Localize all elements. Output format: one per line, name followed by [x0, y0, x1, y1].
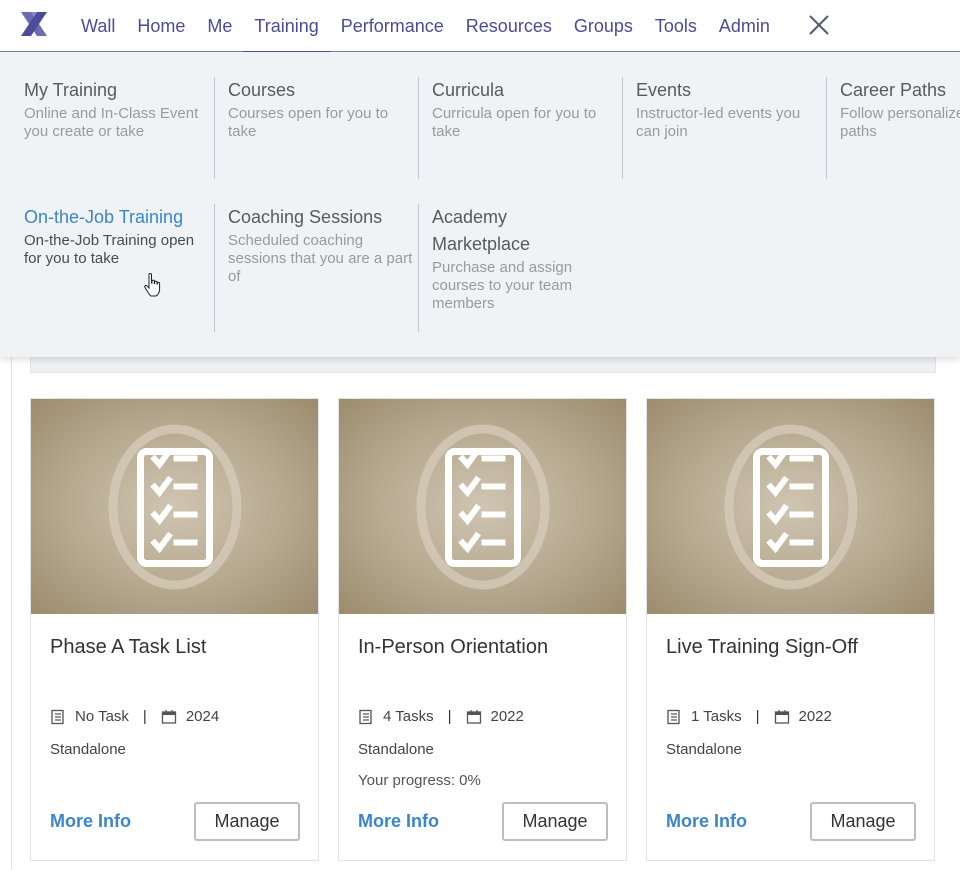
menu-item-title: Events [636, 80, 692, 100]
menu-item-events[interactable]: Events Instructor-led events you can joi… [622, 77, 826, 179]
calendar-icon [161, 709, 176, 724]
nav-item-me[interactable]: Me [196, 0, 243, 52]
card-year: 2024 [185, 708, 220, 725]
more-info-link[interactable]: More Info [50, 811, 131, 832]
menu-item-description: Courses open for you to take [228, 105, 389, 140]
card-title[interactable]: Phase A Task List [50, 636, 206, 659]
menu-item-title: Curricula [432, 80, 505, 100]
card-title[interactable]: Live Training Sign-Off [666, 636, 858, 659]
card-year: 2022 [490, 708, 524, 725]
card-title[interactable]: In-Person Orientation [358, 636, 548, 659]
nav-item-performance[interactable]: Performance [330, 0, 455, 52]
card-type: Standalone [50, 741, 126, 758]
nav-item-wall[interactable]: Wall [70, 0, 126, 52]
hand-cursor-icon [144, 273, 161, 297]
more-info-link[interactable]: More Info [666, 811, 747, 832]
card-type: Standalone [666, 741, 742, 758]
nav-item-home[interactable]: Home [126, 0, 196, 52]
task-count: 1 Tasks [691, 708, 742, 725]
card-progress: Your progress: 0% [358, 772, 481, 789]
menu-item-description: Online and In-Class Event you create or … [24, 105, 199, 140]
card-thumbnail[interactable] [31, 399, 318, 614]
card-meta: 4 Tasks | 2022 [358, 708, 524, 725]
calendar-icon [774, 709, 789, 724]
menu-item-my-training[interactable]: My Training Online and In-Class Event yo… [0, 77, 204, 179]
task-count: 4 Tasks [383, 708, 434, 725]
training-card: Live Training Sign-Off 1 Tasks | 2022 St… [646, 398, 935, 861]
card-type: Standalone [358, 741, 434, 758]
menu-item-title: My Training [24, 80, 118, 100]
card-meta: No Task | 2024 [50, 708, 219, 725]
menu-item-coaching-sessions[interactable]: Coaching Sessions Scheduled coaching ses… [214, 204, 418, 332]
menu-item-description: Follow personalized career paths [840, 105, 960, 140]
nav-item-resources[interactable]: Resources [455, 0, 563, 52]
menu-item-on-the-job-training[interactable]: On-the-Job Training On-the-Job Training … [0, 204, 204, 332]
checklist-icon [108, 424, 241, 589]
menu-item-description: On-the-Job Training open for you to take [24, 232, 195, 267]
manage-button[interactable]: Manage [502, 802, 608, 841]
checklist-icon [724, 424, 857, 589]
divider [11, 356, 12, 870]
nav-item-groups[interactable]: Groups [563, 0, 644, 52]
separator: | [447, 708, 452, 725]
top-navigation: Wall Home Me Training Performance Resour… [0, 0, 960, 53]
menu-item-description: Instructor-led events you can join [636, 105, 801, 140]
training-card: In-Person Orientation 4 Tasks | 2022 Sta… [338, 398, 627, 861]
calendar-icon [466, 709, 481, 724]
menu-item-courses[interactable]: Courses Courses open for you to take [214, 77, 418, 179]
menu-item-title: Coaching Sessions [228, 207, 383, 227]
nav-item-admin[interactable]: Admin [708, 0, 781, 52]
menu-item-career-paths[interactable]: Career Paths Follow personalized career … [826, 77, 960, 179]
menu-item-curricula[interactable]: Curricula Curricula open for you to take [418, 77, 622, 179]
more-info-link[interactable]: More Info [358, 811, 439, 832]
menu-item-title: Career Paths [840, 80, 947, 100]
menu-item-description: Purchase and assign courses to your team… [432, 259, 573, 312]
training-dropdown-menu: My Training Online and In-Class Event yo… [0, 52, 960, 357]
menu-item-title: On-the-Job Training [24, 207, 184, 227]
card-year: 2022 [798, 708, 832, 725]
menu-item-academy-marketplace[interactable]: Academy Marketplace Purchase and assign … [418, 204, 622, 332]
nav-item-training[interactable]: Training [243, 0, 331, 53]
separator: | [142, 708, 147, 725]
card-meta: 1 Tasks | 2022 [666, 708, 832, 725]
close-icon[interactable] [806, 12, 832, 38]
manage-button[interactable]: Manage [194, 802, 300, 841]
card-thumbnail[interactable] [647, 399, 934, 614]
nav-item-tools[interactable]: Tools [644, 0, 708, 52]
menu-item-title: Courses [228, 80, 296, 100]
task-list-icon [667, 709, 680, 724]
checklist-icon [416, 424, 549, 589]
task-list-icon [359, 709, 372, 724]
card-thumbnail[interactable] [339, 399, 626, 614]
menu-item-description: Curricula open for you to take [432, 105, 597, 140]
nav-menu: Wall Home Me Training Performance Resour… [70, 0, 781, 53]
menu-item-description: Scheduled coaching sessions that you are… [228, 232, 413, 285]
manage-button[interactable]: Manage [810, 802, 916, 841]
training-card: Phase A Task List No Task | 2024 Standal… [30, 398, 319, 861]
menu-item-title: Academy Marketplace [432, 207, 531, 254]
app-logo[interactable] [18, 9, 50, 39]
task-count: No Task [75, 708, 129, 725]
task-list-icon [51, 709, 64, 724]
separator: | [755, 708, 760, 725]
